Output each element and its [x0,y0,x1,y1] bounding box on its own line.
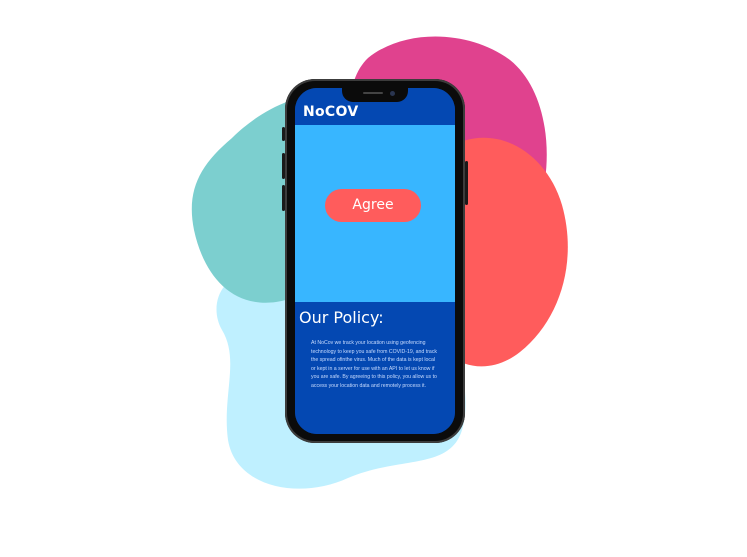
phone-volume-down-button [282,185,285,211]
phone-mockup: NoCOV Agree Our Policy: At NoCov we trac… [282,79,468,443]
agree-button[interactable]: Agree [325,189,421,222]
phone-power-button [465,161,468,205]
phone-side-button [282,127,285,141]
speaker-grille [363,92,383,94]
phone-notch [342,88,408,102]
policy-text: At NoCov we track your location using ge… [311,340,438,389]
policy-title: Our Policy: [299,308,384,327]
policy-section: Our Policy: At NoCov we track your locat… [295,302,455,434]
hero-section: Agree [295,125,455,302]
phone-screen: NoCOV Agree Our Policy: At NoCov we trac… [295,88,455,434]
front-camera [390,91,395,96]
phone-volume-up-button [282,153,285,179]
app-title: NoCOV [303,104,359,120]
